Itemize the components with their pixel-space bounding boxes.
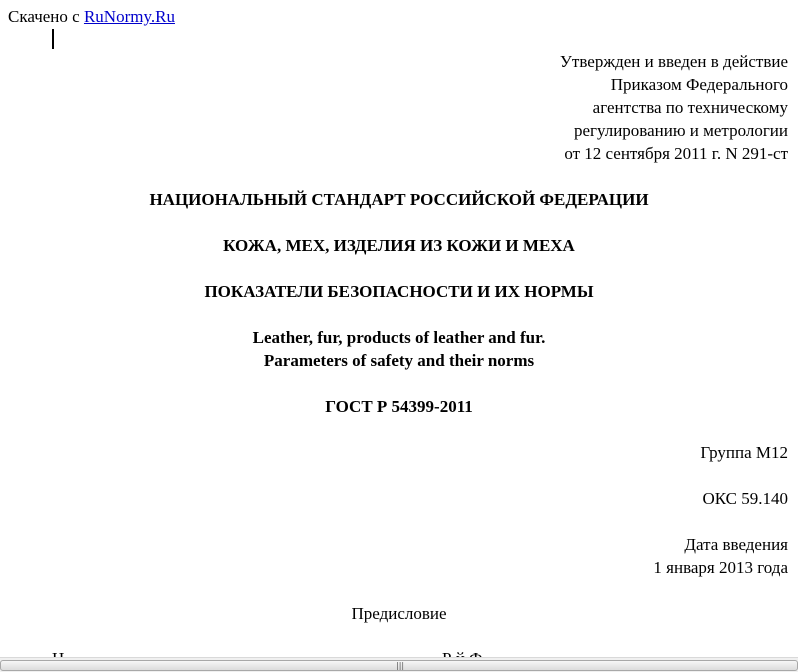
runormy-link[interactable]: RuNormy.Ru	[84, 7, 175, 26]
gost-number: ГОСТ Р 54399-2011	[325, 397, 473, 416]
text-cursor	[52, 29, 54, 49]
grip-icon: |||	[396, 661, 405, 670]
english-title-line-1: Leather, fur, products of leather and fu…	[252, 328, 546, 347]
approval-line-3: агентства по техническому	[592, 98, 788, 117]
horizontal-scrollbar[interactable]: |||	[0, 657, 798, 672]
standard-title: НАЦИОНАЛЬНЫЙ СТАНДАРТ РОССИЙСКОЙ ФЕДЕРАЦ…	[149, 190, 649, 209]
download-source-prefix: Скачено с	[8, 7, 80, 26]
introduction-date: 1 января 2013 года	[653, 558, 788, 577]
introduction-date-label: Дата введения	[684, 535, 788, 554]
english-title-line-2: Parameters of safety and their norms	[263, 351, 535, 370]
foreword-heading: Предисловие	[351, 604, 447, 623]
group-code: Группа М12	[700, 443, 788, 462]
oks-code: ОКС 59.140	[702, 489, 788, 508]
download-source: Скачено с RuNormy.Ru	[8, 6, 175, 27]
scrollbar-thumb[interactable]: |||	[0, 660, 798, 671]
indicators-title: ПОКАЗАТЕЛИ БЕЗОПАСНОСТИ И ИХ НОРМЫ	[204, 282, 594, 301]
approval-line-1: Утвержден и введен в действие	[559, 52, 788, 71]
approval-line-2: Приказом Федерального	[610, 75, 788, 94]
approval-line-4: регулированию и метрологии	[573, 121, 788, 140]
subject-title: КОЖА, МЕХ, ИЗДЕЛИЯ ИЗ КОЖИ И МЕХА	[223, 236, 575, 255]
approval-line-5: от 12 сентября 2011 г. N 291-ст	[564, 144, 788, 163]
